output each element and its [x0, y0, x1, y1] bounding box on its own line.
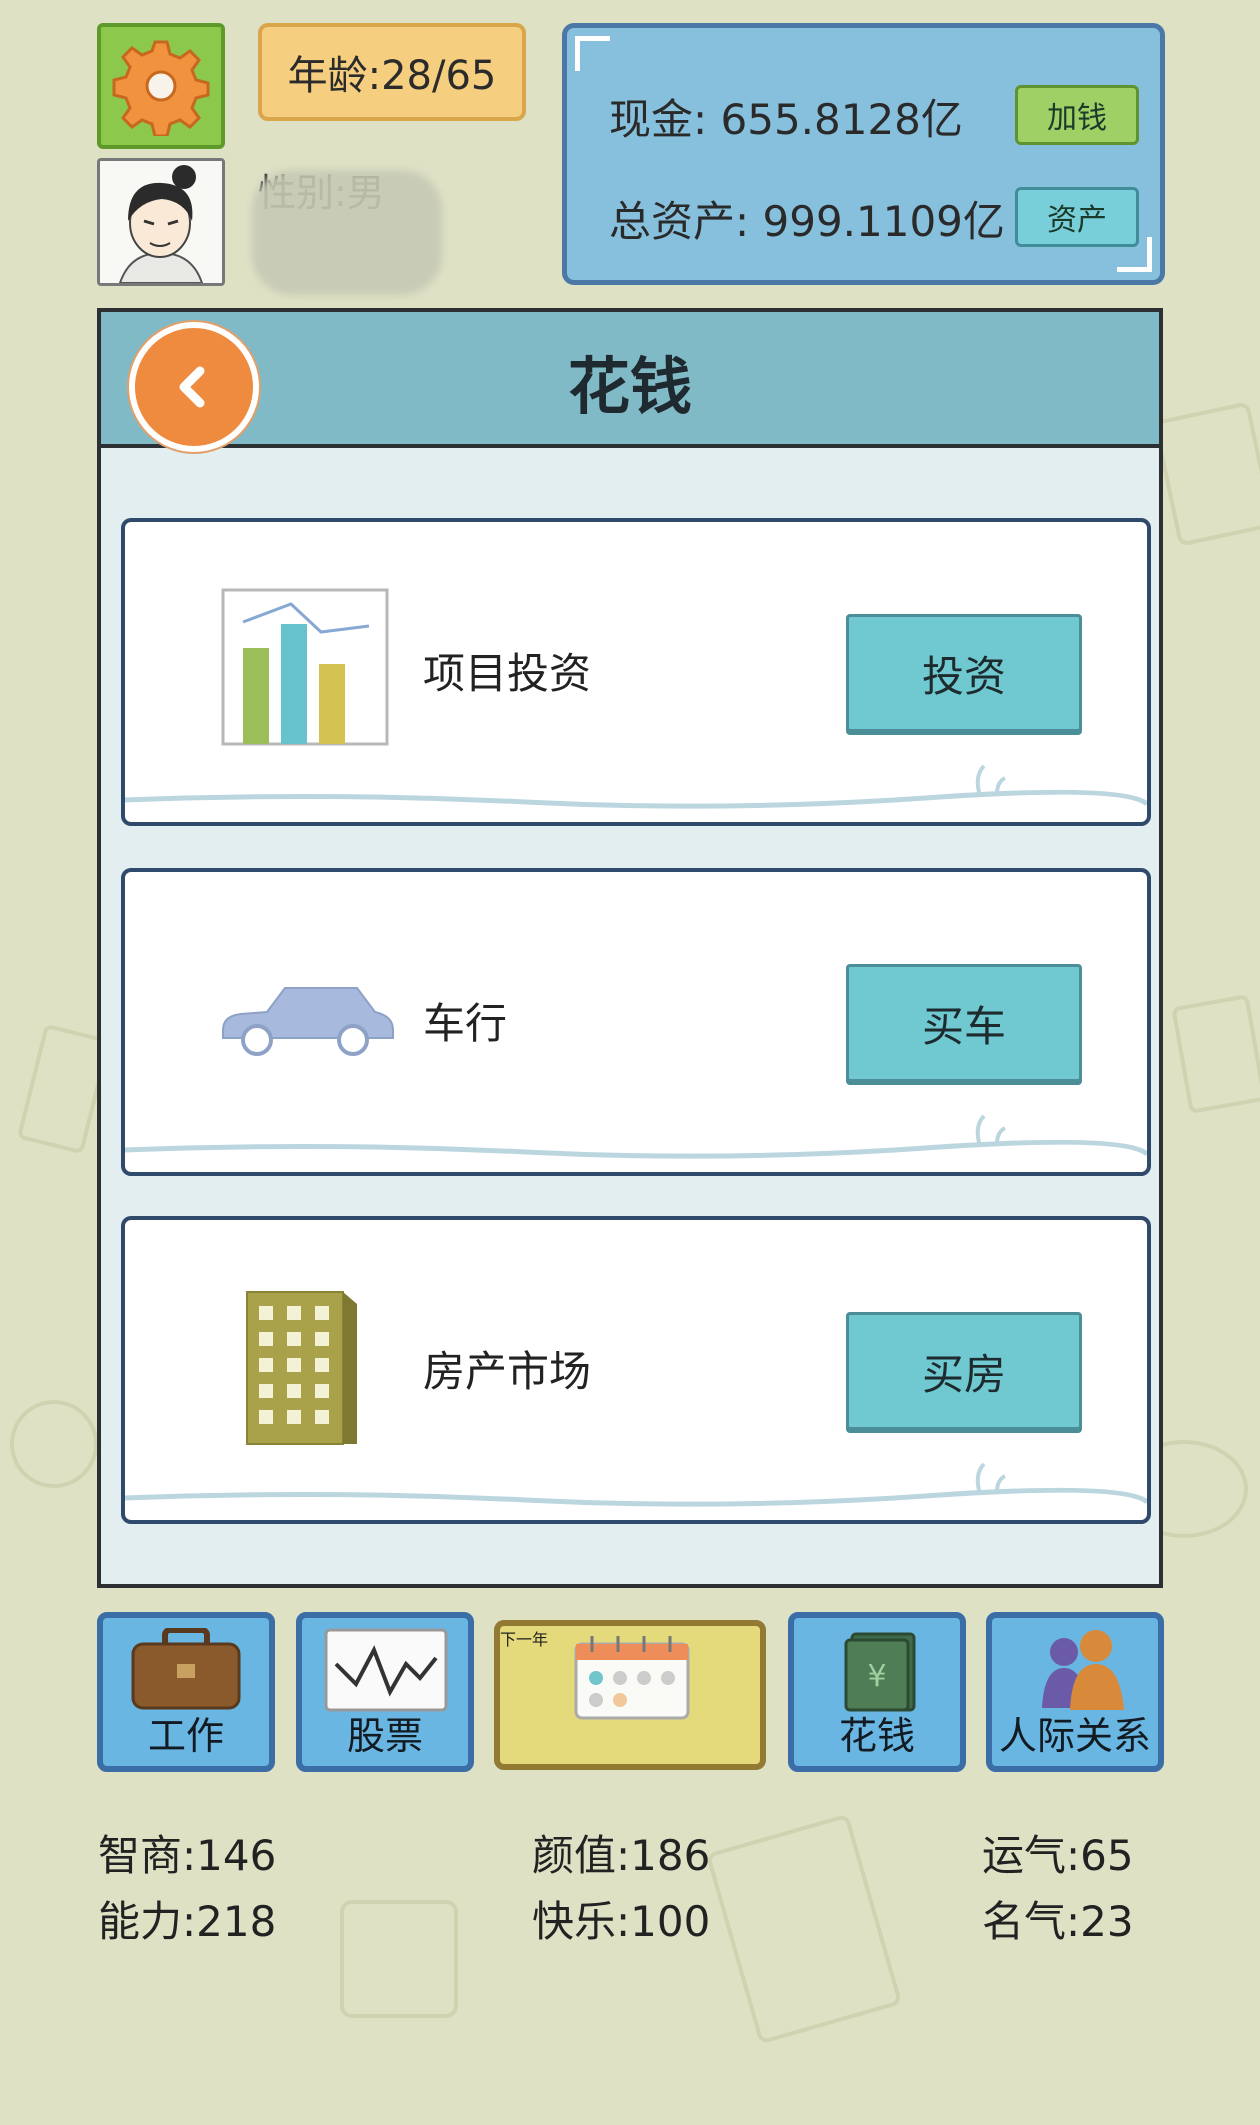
stat-fame: 名气:23 — [982, 1897, 1134, 1946]
cash-value: 现金: 655.8128亿 — [609, 95, 963, 144]
stat-happiness: 快乐:100 — [532, 1897, 711, 1946]
buy-house-button[interactable]: 买房 — [846, 1312, 1082, 1430]
calendar-icon — [574, 1636, 690, 1720]
page-title: 花钱 — [567, 350, 692, 423]
ground-decoration — [125, 1462, 1147, 1507]
nav-label: 工作 — [147, 1714, 224, 1758]
panel-header: 花钱 — [101, 312, 1159, 452]
nav-stocks-button[interactable]: 股票 — [296, 1612, 474, 1772]
card-label: 项目投资 — [423, 649, 592, 698]
stat-iq: 智商:146 — [98, 1831, 277, 1880]
card-label: 房产市场 — [423, 1347, 592, 1396]
car-dealer-card: 车行 买车 — [121, 868, 1151, 1176]
ground-decoration — [125, 1114, 1147, 1159]
avatar[interactable] — [97, 158, 225, 286]
real-estate-card: 房产市场 买房 — [121, 1216, 1151, 1524]
background-doodle — [1171, 994, 1260, 1114]
stat-looks: 颜值:186 — [532, 1831, 711, 1880]
nav-label: 花钱 — [838, 1714, 915, 1758]
settings-button[interactable] — [97, 23, 225, 149]
nav-work-button[interactable]: 工作 — [97, 1612, 275, 1772]
avatar-face-icon — [100, 161, 222, 283]
nav-relationships-button[interactable]: 人际关系 — [986, 1612, 1164, 1772]
frame-corner — [575, 36, 610, 71]
car-icon — [222, 987, 394, 1056]
invest-button[interactable]: 投资 — [846, 614, 1082, 732]
project-investment-card: 项目投资 投资 — [121, 518, 1151, 826]
background-doodle — [1152, 401, 1260, 547]
money-icon: ¥ — [844, 1632, 916, 1712]
svg-text:¥: ¥ — [867, 1659, 886, 1694]
ground-decoration — [125, 764, 1147, 809]
nav-label: 人际关系 — [998, 1714, 1151, 1758]
stat-ability: 能力:218 — [98, 1897, 277, 1946]
spend-money-panel: 花钱 项目投资 投资 车行 买车 房产市场 买房 — [97, 308, 1163, 1588]
building-icon — [246, 1291, 357, 1445]
buy-car-button[interactable]: 买车 — [846, 964, 1082, 1082]
money-panel: 现金: 655.8128亿 加钱 总资产: 999.1109亿 资产 — [562, 23, 1165, 285]
background-doodle — [10, 1400, 98, 1488]
assets-button[interactable]: 资产 — [1015, 187, 1139, 247]
stock-chart-icon — [324, 1628, 448, 1712]
next-year-button[interactable]: 下一年 — [494, 1620, 766, 1770]
total-assets-value: 总资产: 999.1109亿 — [609, 197, 1005, 246]
nav-spend-button[interactable]: ¥ 花钱 — [788, 1612, 966, 1772]
nav-label: 股票 — [346, 1714, 423, 1758]
background-doodle — [340, 1900, 458, 2018]
gear-icon — [112, 40, 210, 136]
stat-luck: 运气:65 — [982, 1831, 1134, 1880]
name-redaction — [252, 170, 442, 295]
briefcase-icon — [131, 1628, 241, 1710]
bar-chart-icon — [221, 588, 389, 746]
background-doodle — [705, 1813, 903, 2045]
card-label: 车行 — [423, 999, 508, 1048]
add-money-button[interactable]: 加钱 — [1015, 85, 1139, 145]
age-display: 年龄:28/65 — [258, 23, 526, 121]
people-icon — [1042, 1630, 1124, 1710]
